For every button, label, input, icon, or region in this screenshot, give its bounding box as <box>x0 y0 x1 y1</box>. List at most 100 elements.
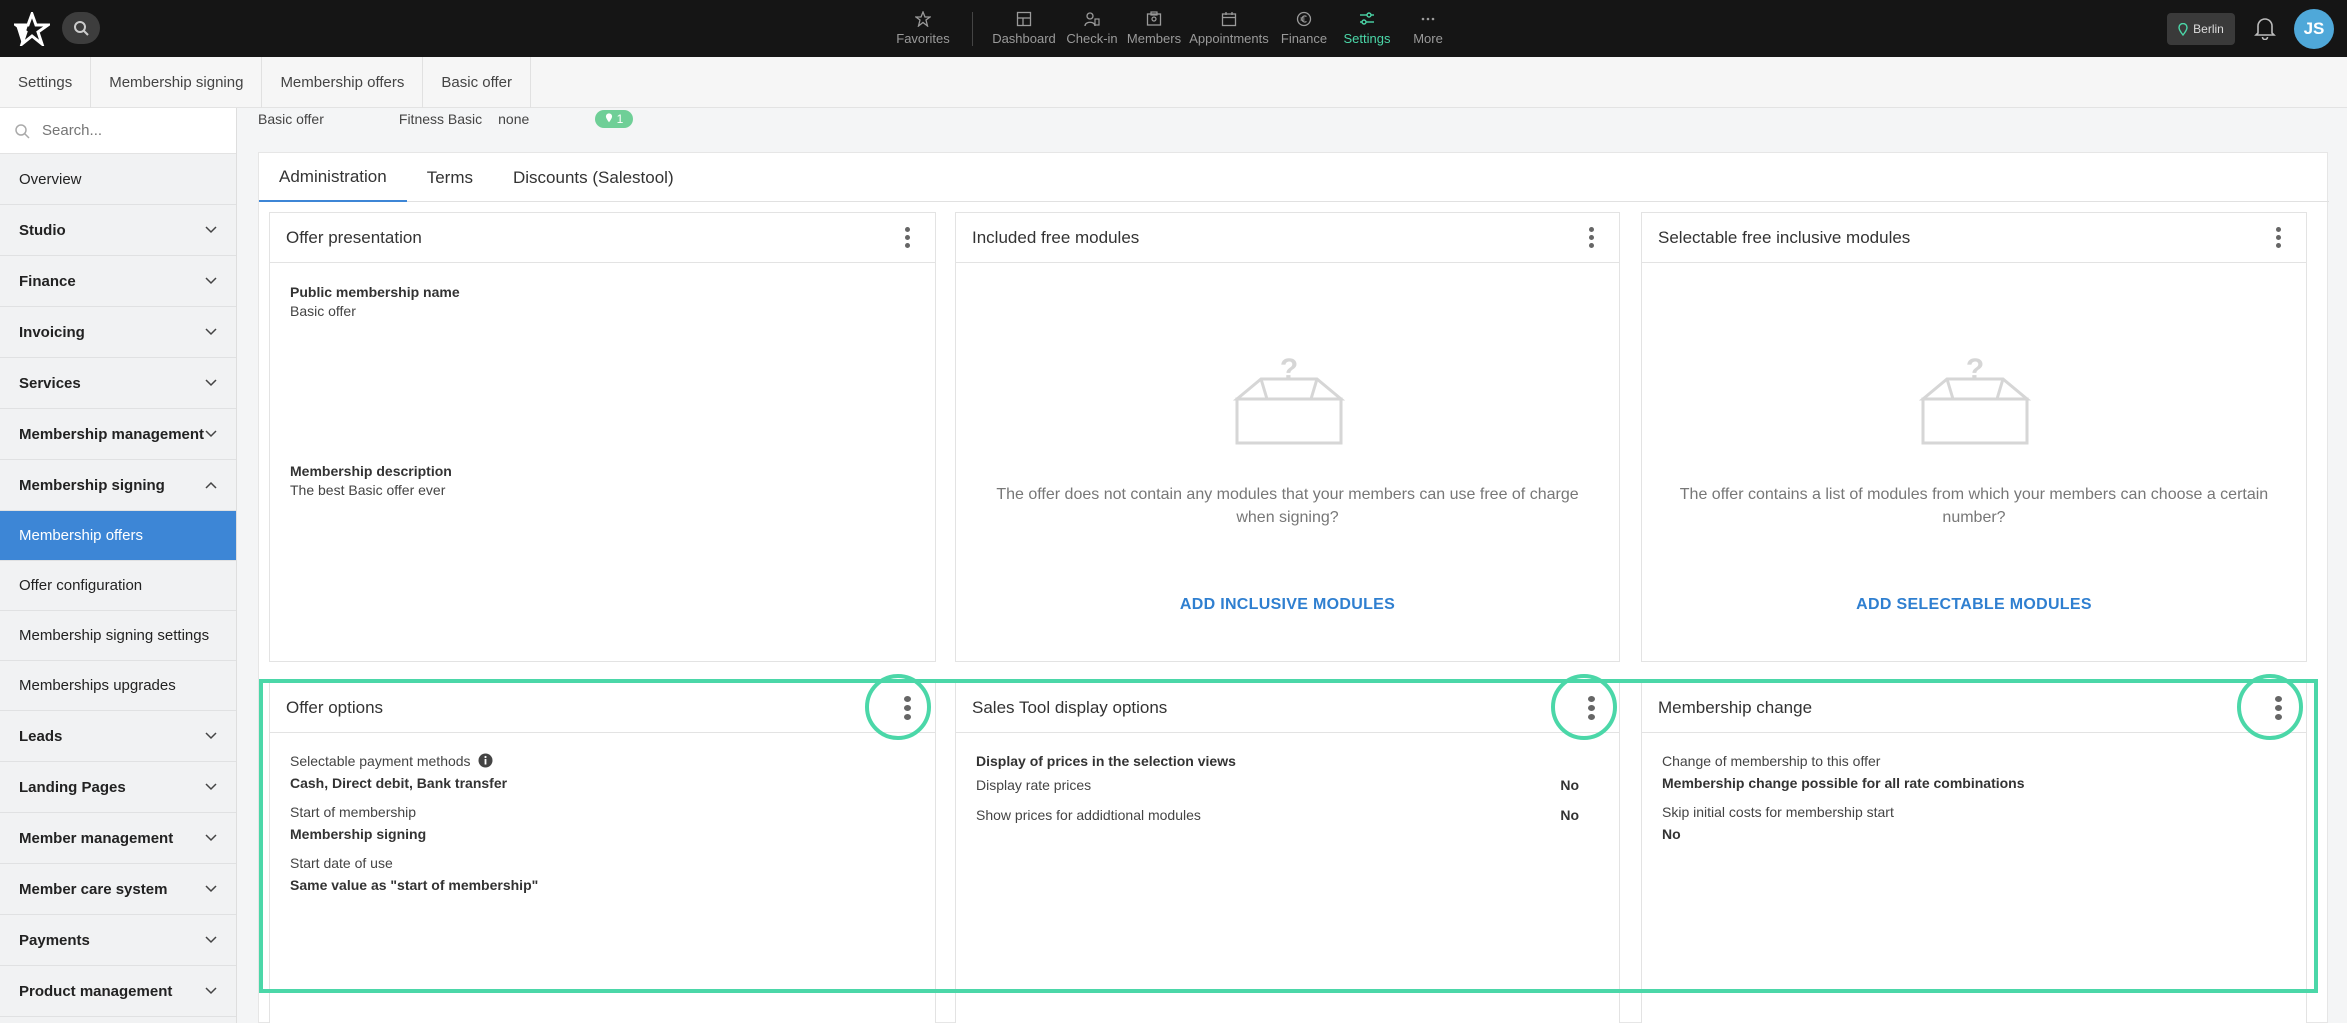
sidebar-item[interactable]: Overview <box>0 154 236 205</box>
sidebar-item-label: Studio <box>19 221 66 239</box>
search-icon <box>74 21 89 36</box>
breadcrumb-label: Membership offers <box>280 73 405 91</box>
location-count-badge[interactable]: 1 <box>595 110 634 128</box>
sidebar-item[interactable]: Services <box>0 358 236 409</box>
sidebar-item-label: Member care system <box>19 880 168 898</box>
card-title: Included free modules <box>972 227 1140 247</box>
global-search-button[interactable] <box>62 12 100 44</box>
card-menu-icon[interactable] <box>1579 226 1603 250</box>
nav-more[interactable]: More <box>1400 0 1456 57</box>
breadcrumb-label: Settings <box>18 73 73 91</box>
breadcrumb-item-current: Basic offer <box>423 56 531 108</box>
card-title: Selectable free inclusive modules <box>1658 227 1911 247</box>
breadcrumb-item[interactable]: Membership offers <box>262 56 424 108</box>
card-title: Offer presentation <box>286 227 422 247</box>
empty-box-icon: ? <box>1918 353 2032 445</box>
chevron-down-icon <box>205 226 217 234</box>
highlight-circle <box>2237 674 2303 740</box>
app-logo-icon[interactable] <box>11 9 53 49</box>
calendar-icon <box>1221 12 1237 27</box>
nav-settings[interactable]: Settings <box>1334 0 1400 57</box>
card-header: Selectable free inclusive modules <box>1642 213 2306 263</box>
card-menu-icon[interactable] <box>2266 226 2290 250</box>
offer-name: Basic offer <box>258 111 324 127</box>
location-selector[interactable]: Berlin <box>2167 13 2235 45</box>
sidebar-item-label: Overview <box>19 170 82 188</box>
chevron-down-icon <box>205 379 217 387</box>
chevron-down-icon <box>205 328 217 336</box>
empty-state-text: The offer does not contain any modules t… <box>996 486 1579 526</box>
tab-terms[interactable]: Terms <box>407 153 493 202</box>
sidebar-search <box>0 108 236 154</box>
sidebar-item-label: Membership offers <box>19 527 143 544</box>
nav-label: Dashboard <box>992 31 1056 46</box>
breadcrumb-item[interactable]: Membership signing <box>91 56 263 108</box>
chevron-down-icon <box>205 277 217 285</box>
sidebar-item[interactable]: Member care system <box>0 864 236 915</box>
sidebar-item[interactable]: Finance <box>0 256 236 307</box>
breadcrumb: Settings Membership signing Membership o… <box>0 56 2347 108</box>
sidebar-item-label: Invoicing <box>19 323 85 341</box>
location-label: Berlin <box>2193 22 2224 36</box>
nav-appointments[interactable]: Appointments <box>1184 0 1274 57</box>
field-value: Basic offer <box>290 303 356 319</box>
notifications-bell-icon[interactable] <box>2254 16 2276 45</box>
sidebar-item[interactable]: Membership signing settings <box>0 611 236 661</box>
sidebar-item-label: Memberships upgrades <box>19 677 176 694</box>
card-menu-icon[interactable] <box>895 226 919 250</box>
euro-icon <box>1296 11 1312 27</box>
selectable-free-modules-card: Selectable free inclusive modules ? The … <box>1641 212 2307 662</box>
nav-favorites[interactable]: Favorites <box>893 0 953 57</box>
breadcrumb-label: Membership signing <box>109 73 244 91</box>
sliders-icon <box>1360 12 1374 25</box>
sidebar-search-input[interactable] <box>42 122 212 139</box>
sidebar-item[interactable]: Studio <box>0 205 236 256</box>
highlight-circle <box>1551 674 1617 740</box>
breadcrumb-item[interactable]: Settings <box>0 56 92 108</box>
nav-label: Check-in <box>1066 31 1118 46</box>
nav-dashboard[interactable]: Dashboard <box>992 0 1056 57</box>
sidebar-item-label: Landing Pages <box>19 778 126 796</box>
sidebar-item[interactable]: Offer configuration <box>0 561 236 611</box>
sidebar-item[interactable]: Payments <box>0 915 236 966</box>
description-field: Membership description The best Basic of… <box>290 463 452 498</box>
sidebar-item[interactable]: Membership offers <box>0 511 236 561</box>
more-icon <box>1421 17 1435 21</box>
user-initials: JS <box>2303 19 2325 38</box>
location-count: 1 <box>616 112 624 126</box>
sidebar-item[interactable]: Product management <box>0 966 236 1017</box>
chevron-down-icon <box>205 783 217 791</box>
sidebar-item-label: Membership signing <box>19 476 165 494</box>
sidebar-item[interactable]: Membership signing <box>0 460 236 511</box>
nav-members[interactable]: Members <box>1124 0 1184 57</box>
breadcrumb-label: Basic offer <box>441 73 512 91</box>
sidebar-item-label: Leads <box>19 727 63 745</box>
nav-divider <box>972 12 973 46</box>
chevron-down-icon <box>205 430 217 438</box>
offer-presentation-card: Offer presentation Public membership nam… <box>269 212 936 662</box>
sidebar-item[interactable]: Landing Pages <box>0 762 236 813</box>
user-avatar[interactable]: JS <box>2294 9 2334 49</box>
location-pin-icon <box>2178 22 2188 36</box>
members-icon <box>1146 11 1162 26</box>
add-inclusive-modules-button[interactable]: ADD INCLUSIVE MODULES <box>956 596 1619 614</box>
add-selectable-modules-button[interactable]: ADD SELECTABLE MODULES <box>1642 596 2306 614</box>
sidebar-item[interactable]: Membership management <box>0 409 236 460</box>
nav-finance[interactable]: Finance <box>1274 0 1334 57</box>
highlight-circle <box>865 674 931 740</box>
main-nav: Favorites Dashboard Check-in Members App… <box>893 0 1456 57</box>
public-name-field: Public membership name Basic offer <box>290 284 460 319</box>
chevron-down-icon <box>205 732 217 740</box>
sidebar-item[interactable]: Leads <box>0 711 236 762</box>
sidebar-item-label: Services <box>19 374 81 392</box>
sidebar-item[interactable]: Member management <box>0 813 236 864</box>
offer-extra: none <box>498 111 530 127</box>
sidebar-item[interactable]: Memberships upgrades <box>0 661 236 711</box>
tab-discounts[interactable]: Discounts (Salestool) <box>493 153 694 202</box>
sidebar-item[interactable]: Invoicing <box>0 307 236 358</box>
nav-check-in[interactable]: Check-in <box>1060 0 1124 57</box>
tab-administration[interactable]: Administration <box>259 153 407 202</box>
nav-label: Settings <box>1343 31 1391 46</box>
tab-label: Terms <box>426 167 473 187</box>
check-in-icon <box>1084 12 1100 27</box>
